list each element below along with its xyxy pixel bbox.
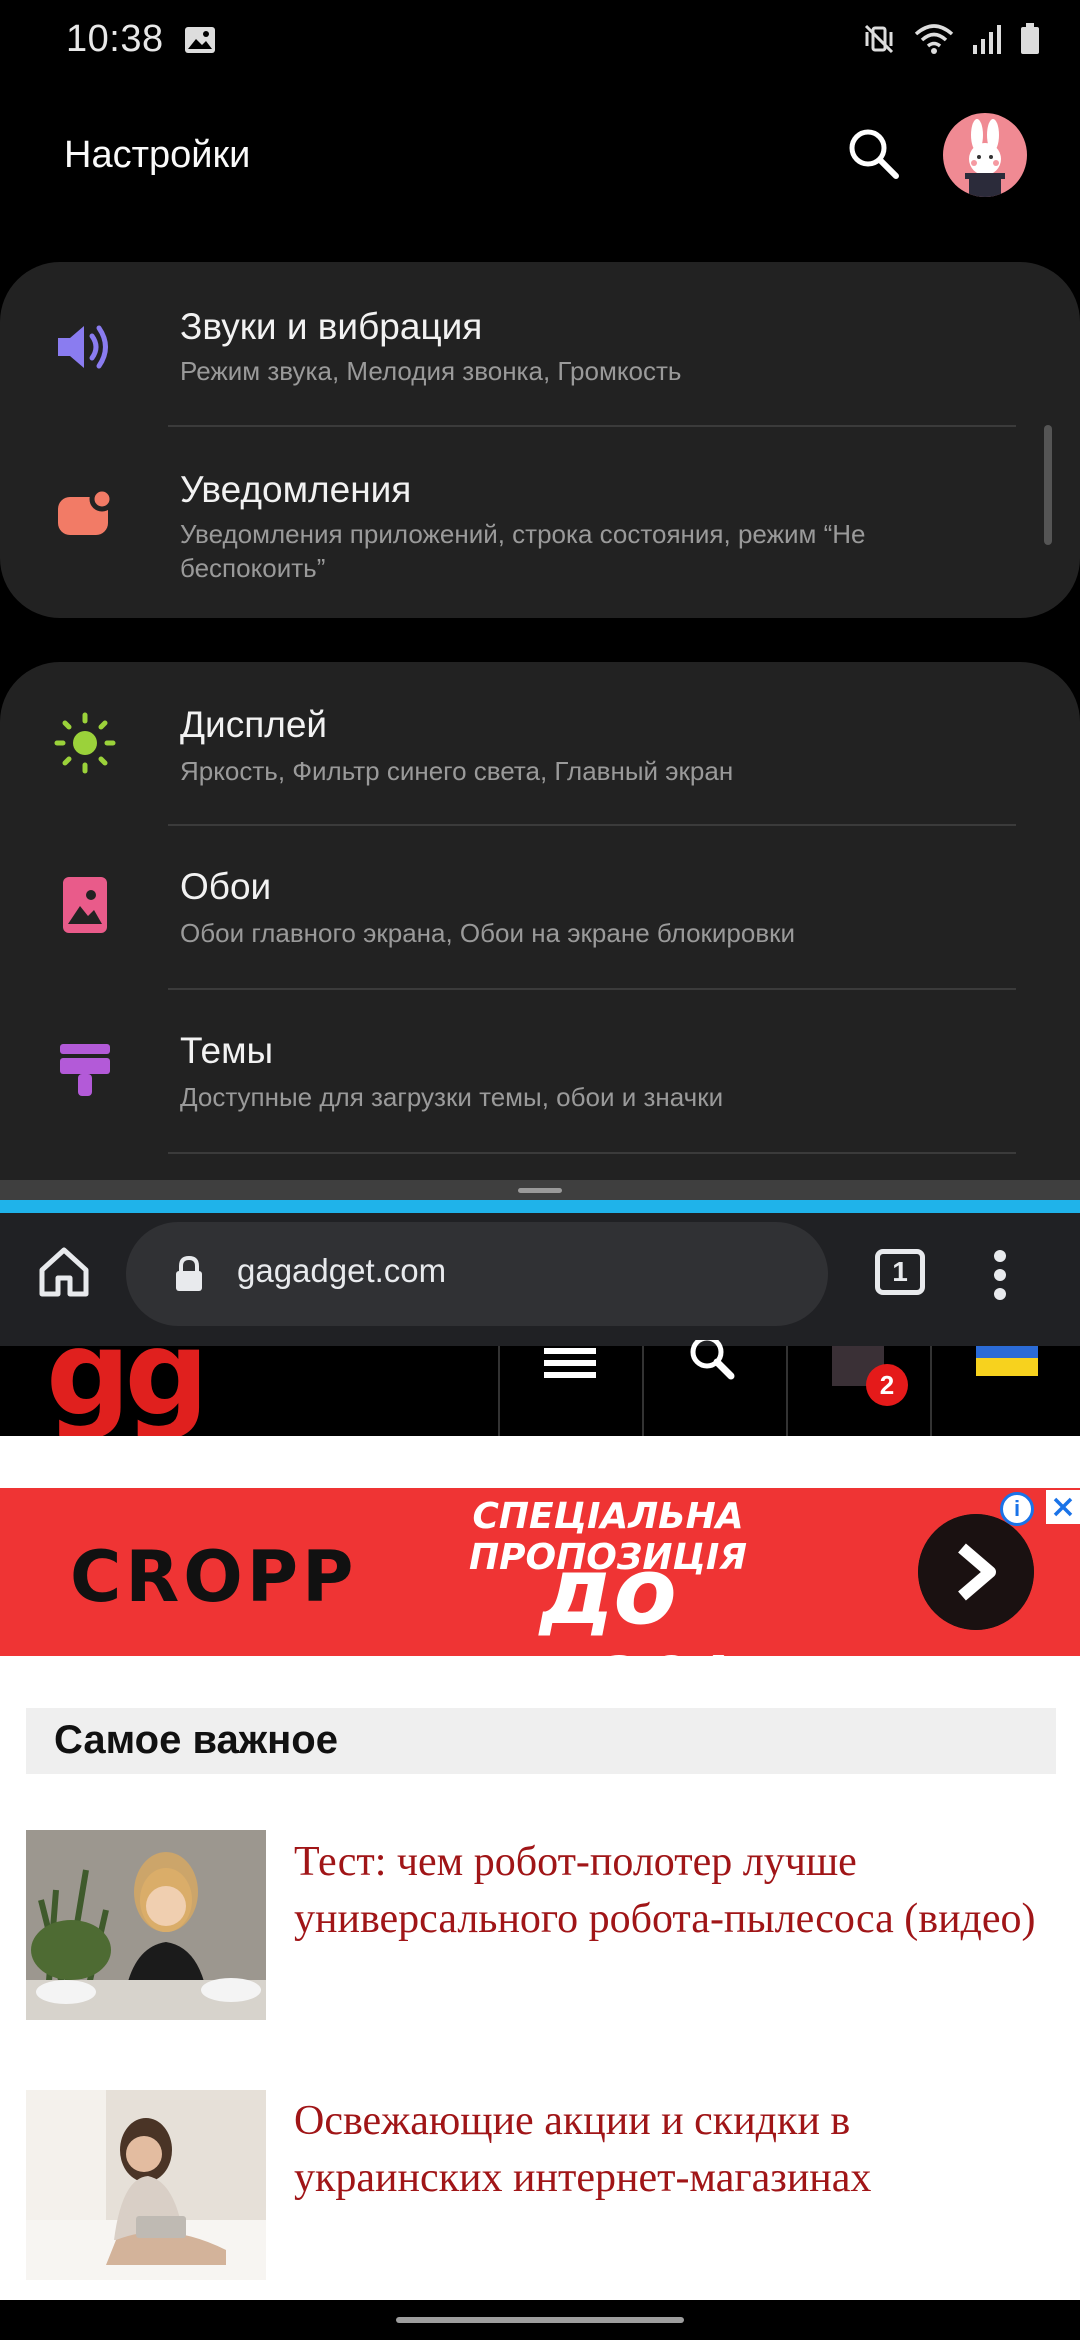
themes-icon [60, 1044, 110, 1096]
volume-icon [58, 325, 108, 369]
address-bar[interactable] [126, 1222, 828, 1326]
settings-item-title: Звуки и вибрация [180, 306, 483, 347]
notification-icon [58, 486, 115, 535]
home-gesture-handle[interactable] [396, 2317, 684, 2323]
settings-item-subtitle: Уведомления приложений, строка состояния… [180, 519, 866, 583]
article-link[interactable]: Освежающие акции и скидки в украинских и… [294, 2093, 1054, 2207]
settings-item-display[interactable]: Дисплей Яркость, Фильтр синего света, Гл… [0, 662, 1080, 824]
settings-item-title: Дисплей [180, 704, 328, 745]
ad-close-icon[interactable] [1046, 1490, 1080, 1524]
split-screen-handle[interactable] [518, 1188, 562, 1193]
site-logo-clip: gg [0, 1346, 1080, 1436]
ukraine-flag-icon[interactable] [976, 1346, 1038, 1376]
signal-icon [973, 25, 1001, 54]
settings-item-title: Темы [180, 1030, 274, 1071]
url-text[interactable]: gagadget.com [237, 1252, 446, 1290]
header-separator [930, 1346, 932, 1436]
settings-item-title: Обои [180, 866, 272, 907]
scrollbar[interactable] [1044, 425, 1052, 545]
site-logo[interactable]: gg [46, 1346, 209, 1432]
header-separator [498, 1346, 500, 1436]
bunny-avatar-icon [965, 119, 1005, 197]
brightness-icon [54, 712, 116, 774]
avatar[interactable] [943, 113, 1027, 197]
tab-switcher-button[interactable]: 1 [875, 1249, 925, 1295]
divider [168, 1152, 1016, 1154]
article-image-woman-icon [26, 2090, 266, 2280]
image-icon [185, 27, 215, 53]
settings-item-subtitle: Доступные для загрузки темы, обои и знач… [180, 1082, 724, 1112]
site-search-icon[interactable] [685, 1340, 741, 1386]
settings-item-subtitle: Обои главного экрана, Обои на экране бло… [180, 918, 796, 948]
article-image-robot-icon [26, 1830, 266, 2020]
lock-icon[interactable] [172, 1255, 206, 1293]
status-time: 10:38 [66, 18, 164, 60]
ad-arrow-icon[interactable] [918, 1514, 1034, 1630]
ad-brand: CROPP [70, 1536, 358, 1618]
settings-item-title: Уведомления [180, 469, 412, 510]
header-separator [786, 1346, 788, 1436]
article-link[interactable]: Тест: чем робот-полотер лучше универсаль… [294, 1834, 1054, 1948]
settings-item-notifications[interactable]: Уведомления Уведомления приложений, стро… [0, 427, 1080, 617]
settings-item-subtitle: Режим звука, Мелодия звонка, Громкость [180, 356, 682, 386]
page-title: Настройки [64, 134, 251, 176]
settings-item-subtitle: Яркость, Фильтр синего света, Главный эк… [180, 756, 734, 786]
wallpaper-icon [63, 877, 107, 933]
split-focus-indicator [0, 1200, 1080, 1213]
settings-item-sounds[interactable]: Звуки и вибрация Режим звука, Мелодия зв… [0, 262, 1080, 426]
section-title: Самое важное [54, 1718, 338, 1762]
ad-info-icon[interactable]: i [1000, 1492, 1034, 1526]
more-vert-icon[interactable] [992, 1248, 1008, 1302]
settings-item-themes[interactable]: Темы Доступные для загрузки темы, обои и… [0, 990, 1080, 1152]
settings-item-wallpaper[interactable]: Обои Обои главного экрана, Обои на экран… [0, 826, 1080, 988]
search-icon[interactable] [845, 125, 901, 181]
status-icons [862, 22, 1040, 56]
home-icon[interactable] [34, 1242, 94, 1302]
header-separator [642, 1346, 644, 1436]
article-thumbnail[interactable] [26, 2090, 266, 2280]
wifi-icon [914, 24, 954, 54]
settings-card-display: Дисплей Яркость, Фильтр синего света, Гл… [0, 662, 1080, 1222]
menu-icon[interactable] [544, 1346, 596, 1386]
settings-card-sound-notifications: Звуки и вибрация Режим звука, Мелодия зв… [0, 262, 1080, 618]
vibrate-mute-icon [864, 24, 894, 54]
article-thumbnail[interactable] [26, 1830, 266, 2020]
battery-icon [1021, 23, 1039, 54]
notification-badge[interactable]: 2 [866, 1364, 908, 1406]
